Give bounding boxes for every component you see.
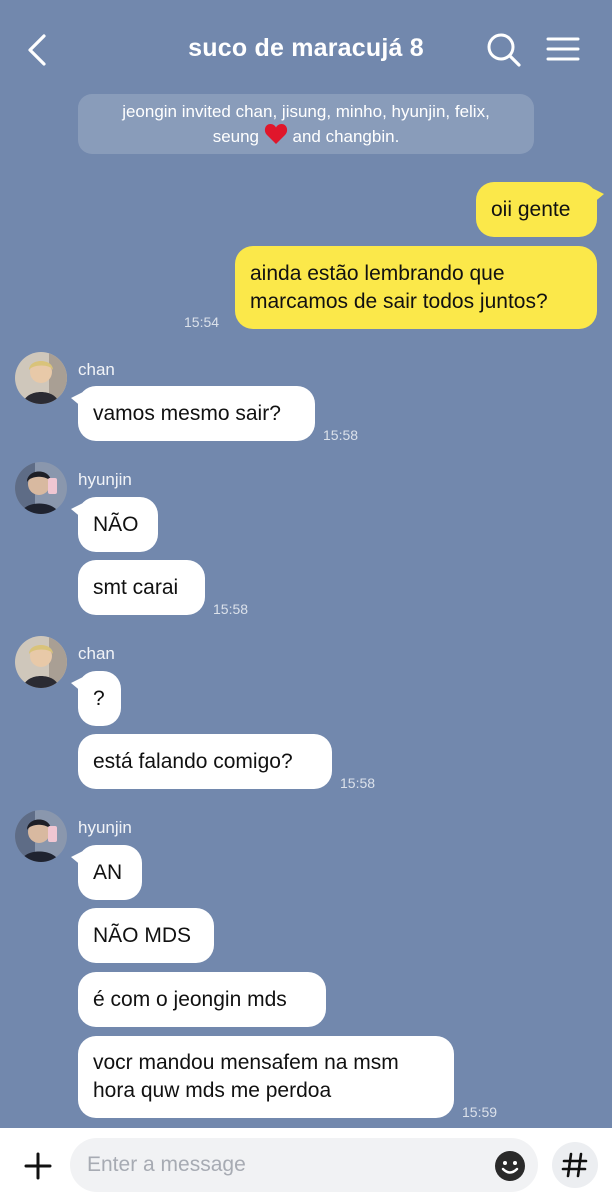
sender-name: chan: [78, 644, 115, 663]
their-message-bubble[interactable]: NÃO MDS: [78, 908, 214, 963]
message-timestamp: 15:58: [340, 775, 376, 791]
notice-line-2: seung and changbin.: [78, 123, 534, 148]
message-text: vamos mesmo sair?: [93, 401, 281, 425]
hashtag-button[interactable]: [552, 1142, 598, 1188]
their-message-bubble[interactable]: smt carai: [78, 560, 205, 615]
my-message-bubble[interactable]: ainda estão lembrando que marcamos de sa…: [235, 246, 597, 329]
sender-name: hyunjin: [78, 818, 132, 837]
search-button[interactable]: [484, 30, 524, 70]
message-text: smt carai: [93, 575, 179, 599]
message-text: AN: [93, 860, 123, 884]
their-message-bubble[interactable]: vamos mesmo sair?: [71, 386, 315, 441]
search-icon: [487, 33, 521, 67]
notice-line-2-post: and changbin.: [292, 126, 400, 146]
notice-line-2-pre: seung: [212, 126, 260, 146]
emoji-button[interactable]: [492, 1148, 528, 1184]
message-text: oii gente: [491, 197, 571, 221]
avatar-photo: [15, 636, 67, 688]
their-message-bubble[interactable]: AN: [71, 845, 142, 900]
avatar-photo: [15, 462, 67, 514]
their-message-bubble[interactable]: vocr mandou mensafem na msm hora quw mds…: [78, 1036, 454, 1118]
their-message-bubble[interactable]: é com o jeongin mds: [78, 972, 326, 1027]
message-text: ?: [93, 686, 105, 710]
message-text-line-2: hora quw mds me perdoa: [93, 1079, 332, 1102]
avatar-photo: [15, 352, 67, 404]
notice-line-1: jeongin invited chan, jisung, minho, hyu…: [122, 101, 490, 121]
menu-icon: [546, 37, 580, 61]
message-timestamp: 15:59: [462, 1104, 498, 1120]
their-message-bubble[interactable]: ?: [71, 671, 121, 726]
message-text: NÃO: [93, 512, 139, 536]
message-timestamp: 15:54: [184, 314, 220, 330]
message-text-line-1: ainda estão lembrando que: [250, 261, 505, 285]
plus-icon: [24, 1152, 52, 1180]
smiley-icon: [495, 1151, 525, 1181]
avatar-photo: [15, 810, 67, 862]
attach-button[interactable]: [20, 1148, 56, 1184]
sender-name: chan: [78, 360, 115, 379]
message-text: NÃO MDS: [93, 923, 192, 947]
sender-name: hyunjin: [78, 470, 132, 489]
message-timestamp: 15:58: [213, 601, 249, 617]
message-input[interactable]: [70, 1138, 538, 1192]
message-text-line-1: vocr mandou mensafem na msm: [93, 1051, 399, 1074]
system-notice: jeongin invited chan, jisung, minho, hyu…: [78, 94, 534, 154]
avatar[interactable]: [15, 810, 67, 862]
avatar[interactable]: [15, 352, 67, 404]
message-timestamp: 15:58: [323, 427, 359, 443]
their-message-bubble[interactable]: NÃO: [71, 497, 158, 552]
message-text: está falando comigo?: [93, 749, 293, 773]
my-message-bubble[interactable]: oii gente: [476, 182, 604, 237]
hashtag-icon: [561, 1152, 588, 1178]
avatar[interactable]: [15, 636, 67, 688]
their-message-bubble[interactable]: está falando comigo?: [78, 734, 332, 789]
message-text: é com o jeongin mds: [93, 987, 287, 1011]
heart-icon: [264, 123, 287, 144]
avatar[interactable]: [15, 462, 67, 514]
menu-button[interactable]: [544, 30, 584, 70]
message-text-line-2: marcamos de sair todos juntos?: [250, 289, 548, 313]
